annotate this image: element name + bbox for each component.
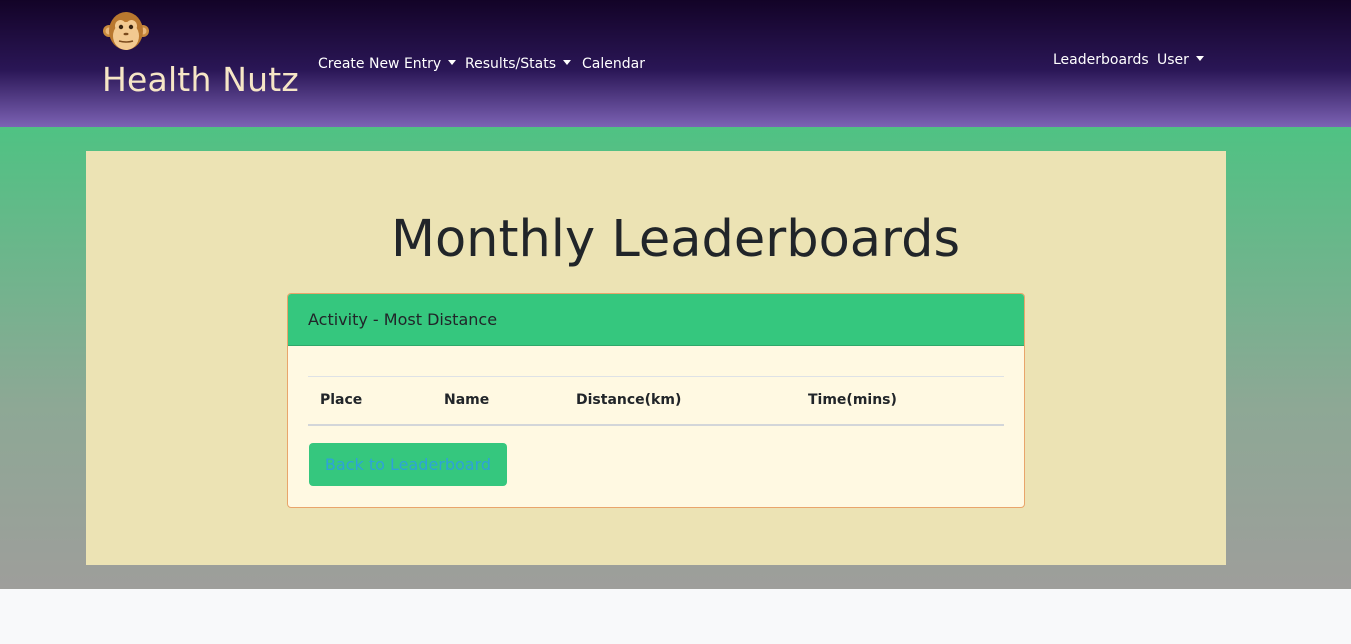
nav-create-new-entry-label: Create New Entry — [318, 56, 442, 72]
nav-results-stats-label: Results/Stats — [465, 56, 557, 72]
caret-down-icon — [563, 60, 572, 65]
table-header-distance: Distance(km) — [576, 392, 682, 408]
table-header-place: Place — [320, 392, 363, 408]
nav-create-new-entry[interactable]: Create New Entry — [318, 55, 457, 73]
page-title: Monthly Leaderboards — [390, 210, 961, 269]
card-header: Activity - Most Distance — [288, 294, 1024, 346]
caret-down-icon — [448, 60, 457, 65]
monkey-logo-icon[interactable] — [102, 10, 150, 54]
back-to-leaderboard-button[interactable]: Back to Leaderboard — [309, 443, 507, 486]
nav-leaderboards[interactable]: Leaderboards — [1053, 51, 1149, 69]
table-header-divider — [308, 424, 1004, 426]
caret-down-icon — [1195, 56, 1204, 61]
nav-user-dropdown[interactable]: User — [1157, 51, 1204, 69]
table-header-name: Name — [444, 392, 490, 408]
table-header-time: Time(mins) — [808, 392, 897, 408]
navbar: Health Nutz Create New Entry Results/Sta… — [0, 0, 1351, 127]
brand-title[interactable]: Health Nutz — [102, 60, 299, 99]
card-title: Activity - Most Distance — [308, 310, 498, 329]
leaderboard-card: Activity - Most Distance Place Name Dist… — [287, 293, 1025, 508]
nav-calendar[interactable]: Calendar — [582, 55, 645, 73]
nav-user-label: User — [1157, 52, 1189, 68]
table-divider — [308, 376, 1004, 377]
nav-results-stats[interactable]: Results/Stats — [465, 55, 572, 73]
